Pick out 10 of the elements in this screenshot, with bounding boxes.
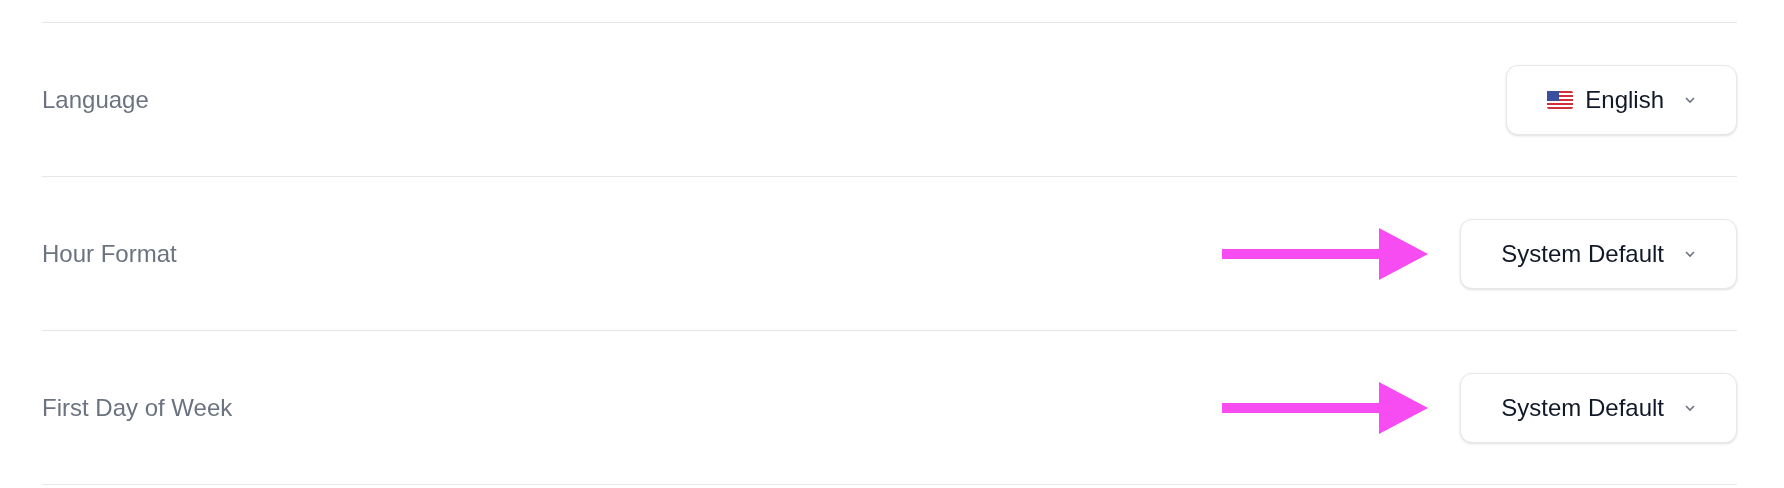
chevron-down-icon bbox=[1684, 95, 1696, 104]
chevron-down-icon bbox=[1684, 403, 1696, 412]
chevron-down-icon bbox=[1684, 249, 1696, 258]
setting-label: Language bbox=[42, 84, 149, 115]
select-button[interactable]: English bbox=[1506, 64, 1737, 135]
setting-label: Hour Format bbox=[42, 238, 177, 269]
setting-label: First Day of Week bbox=[42, 392, 233, 423]
flag-icon bbox=[1547, 90, 1574, 109]
select-button[interactable]: System Default bbox=[1460, 372, 1737, 443]
select-button[interactable]: System Default bbox=[1460, 218, 1737, 289]
